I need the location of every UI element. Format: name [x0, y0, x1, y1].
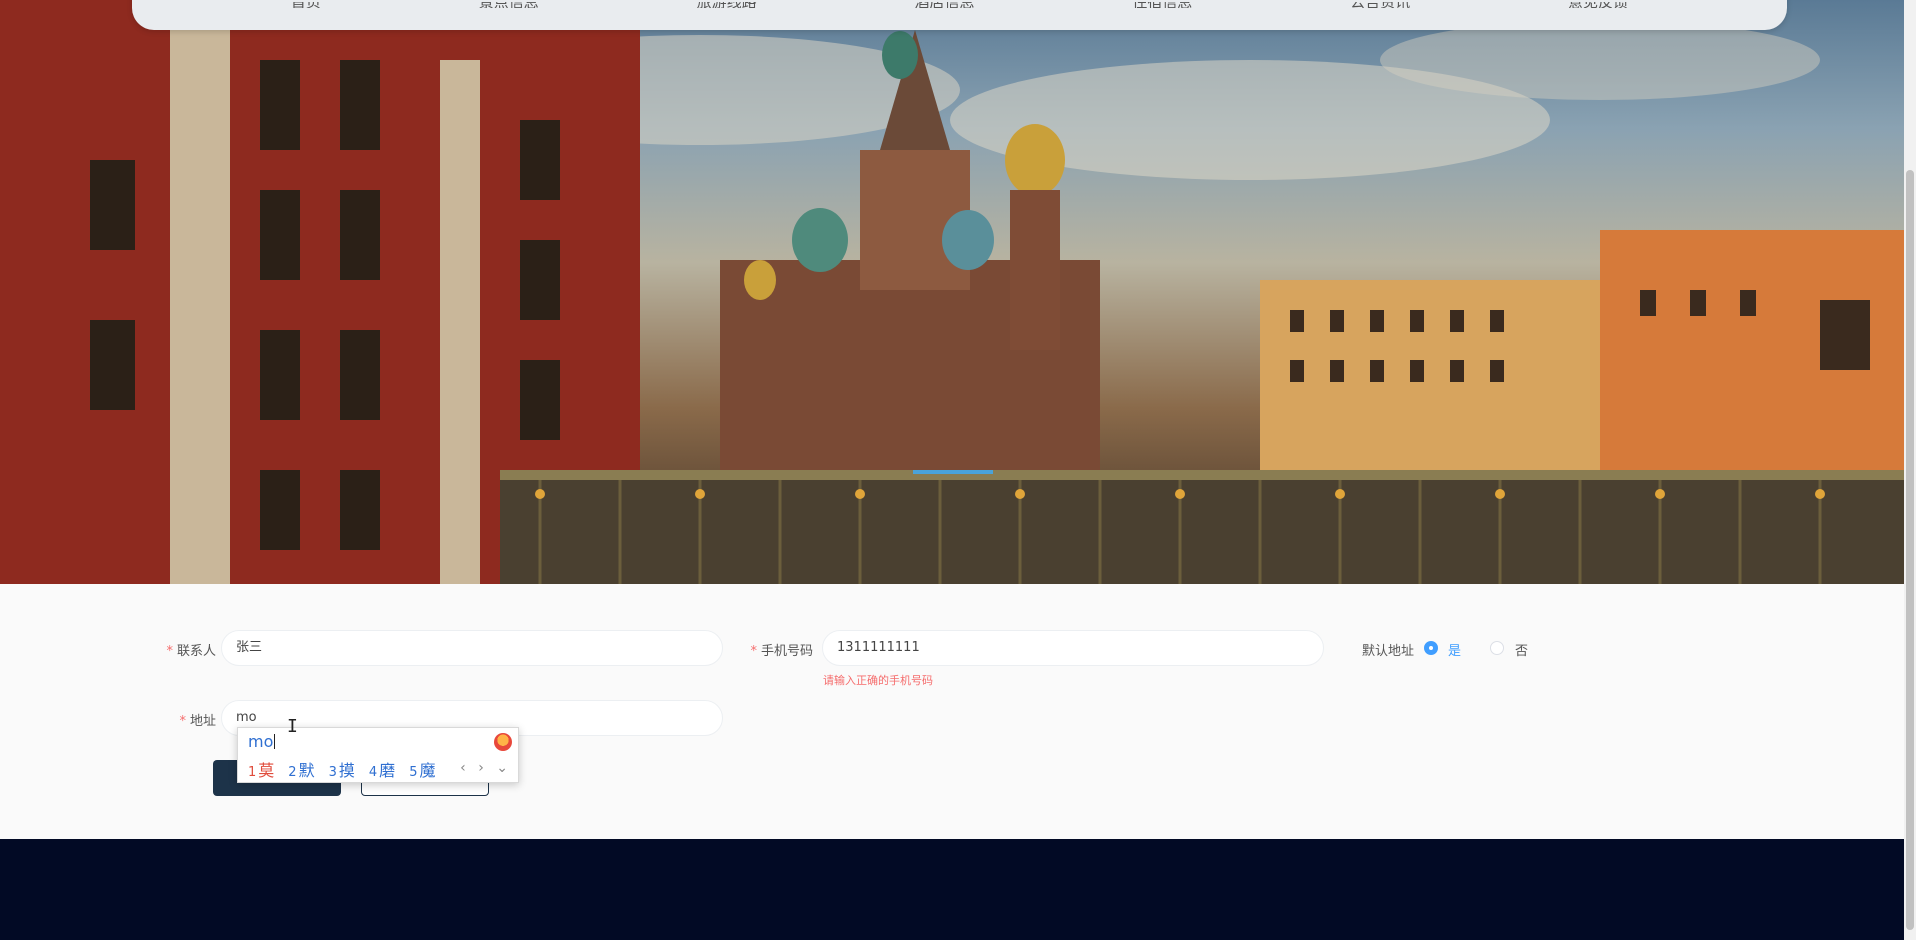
vertical-scrollbar[interactable]	[1904, 0, 1916, 940]
nav-item-home[interactable]: 首页	[291, 2, 321, 8]
default-no-label[interactable]: 否	[1515, 640, 1528, 659]
default-no-radio[interactable]	[1490, 641, 1504, 655]
hero-banner	[0, 0, 1904, 584]
nav-item-lodging[interactable]: 住宿信息	[1132, 2, 1192, 8]
phone-error-message: 请输入正确的手机号码	[823, 674, 933, 687]
scrollbar-thumb[interactable]	[1906, 170, 1914, 930]
ime-candidate-list: 1莫 2默 3摸 4磨 5魔	[248, 757, 435, 781]
ime-candidate[interactable]: 3摸	[329, 757, 355, 781]
ime-candidate[interactable]: 5魔	[409, 757, 435, 781]
nav-item-attractions[interactable]: 景点信息	[479, 2, 539, 8]
ime-page-nav[interactable]: ‹ › ⌄	[460, 760, 512, 776]
default-address-label: 默认地址	[1361, 644, 1414, 659]
footer	[0, 839, 1904, 940]
ime-candidate[interactable]: 2默	[288, 757, 314, 781]
ime-composition: mo	[248, 732, 276, 751]
address-label: * 地址	[179, 714, 216, 729]
ime-candidate[interactable]: 4磨	[369, 757, 395, 781]
top-navigation: 首页 景点信息 旅游线路 酒店信息 住宿信息 公告资讯 意见反馈	[132, 0, 1787, 30]
hero-photo	[0, 0, 1904, 584]
contact-label: * 联系人	[166, 644, 216, 659]
contact-input[interactable]: 张三	[221, 630, 723, 666]
default-yes-radio[interactable]	[1424, 641, 1438, 655]
ime-logo-icon[interactable]	[494, 733, 512, 751]
ime-candidate[interactable]: 1莫	[248, 757, 274, 781]
nav-item-news[interactable]: 公告资讯	[1350, 2, 1410, 8]
phone-input[interactable]: 1311111111	[822, 630, 1324, 666]
page: 首页 景点信息 旅游线路 酒店信息 住宿信息 公告资讯 意见反馈 *联系人 张三…	[0, 0, 1916, 940]
phone-label: * 手机号码	[750, 644, 813, 659]
nav-item-routes[interactable]: 旅游线路	[697, 2, 757, 8]
text-cursor-icon: I	[287, 716, 298, 737]
nav-item-feedback[interactable]: 意见反馈	[1568, 2, 1628, 8]
ime-candidate-popup: mo 1莫 2默 3摸 4磨 5魔 ‹ › ⌄	[237, 727, 519, 783]
nav-item-hotels[interactable]: 酒店信息	[914, 2, 974, 8]
carousel-indicator[interactable]	[913, 470, 993, 474]
default-yes-label[interactable]: 是	[1448, 640, 1461, 659]
